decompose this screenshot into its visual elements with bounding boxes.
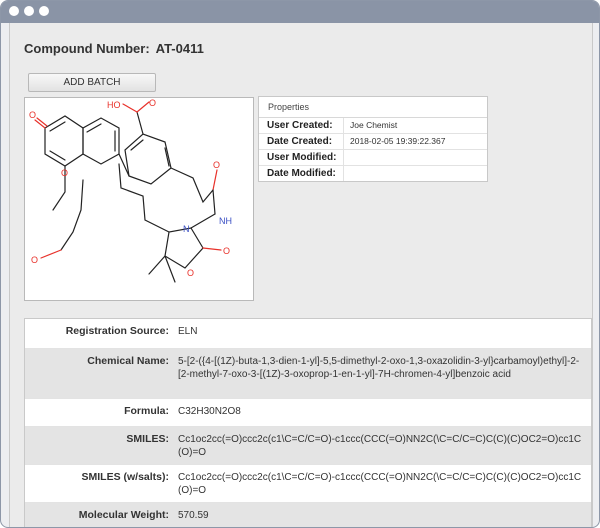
add-batch-button[interactable]: ADD BATCH <box>28 73 156 92</box>
atom-o-amide: O <box>213 160 220 170</box>
detail-row-smiles-salts: SMILES (w/salts): Cc1oc2cc(=O)ccc2c(c1\C… <box>25 465 591 503</box>
compound-number-label: Compound Number: <box>24 41 150 56</box>
molecule-drawing: O O O HO O O NH N O O <box>29 98 232 283</box>
bond-n-n <box>190 213 216 229</box>
bond-acid-o <box>136 101 150 113</box>
properties-header: Properties <box>259 97 487 118</box>
bond-ring-a <box>44 115 84 167</box>
bond-oxazolidinone <box>164 227 204 269</box>
atom-n: N <box>183 224 190 234</box>
properties-label: User Created: <box>259 118 344 133</box>
atom-o-aldehyde: O <box>31 255 38 265</box>
detail-value: 570.59 <box>178 510 209 521</box>
bond-ox-carbonyl <box>202 247 222 251</box>
detail-row-formula: Formula: C32H30N2O8 <box>25 399 591 427</box>
properties-value <box>344 166 350 181</box>
detail-label: Chemical Name: <box>87 355 169 367</box>
bond-ketone <box>34 119 46 129</box>
title-bar <box>1 1 599 23</box>
detail-value: C32H30N2O8 <box>178 406 241 417</box>
properties-table: Properties User Created: Joe Chemist Dat… <box>258 96 488 182</box>
detail-value: 5-[2-({4-[(1Z)-buta-1,3-dien-1-yl]-5,5-d… <box>178 356 580 380</box>
app-window: Compound Number: AT-0411 ADD BATCH O O O… <box>0 0 600 528</box>
properties-label: User Modified: <box>259 150 344 165</box>
window-maximize-dot-icon[interactable] <box>39 6 49 16</box>
bond-acid-oh <box>122 103 138 113</box>
detail-row-chemical-name: Chemical Name: 5-[2-({4-[(1Z)-buta-1,3-d… <box>25 349 591 399</box>
bond-benzene-double <box>130 139 170 167</box>
detail-label: SMILES (w/salts): <box>81 471 169 483</box>
compound-panel: Compound Number: AT-0411 ADD BATCH O O O… <box>9 23 593 527</box>
bond-propyl <box>170 167 214 204</box>
detail-value: Cc1oc2cc(=O)ccc2c(c1\C=C/C=O)-c1ccc(CCC(… <box>178 472 582 496</box>
detail-label: Molecular Weight: <box>78 509 169 521</box>
detail-row-registration-source: Registration Source: ELN <box>25 319 591 349</box>
detail-row-molecular-weight: Molecular Weight: 570.59 <box>25 503 591 527</box>
detail-value: ELN <box>178 326 198 337</box>
properties-label: Date Created: <box>259 134 344 149</box>
atom-nh: NH <box>219 216 232 226</box>
compound-number-value: AT-0411 <box>155 41 204 56</box>
atom-o-acid: O <box>149 98 156 108</box>
properties-row: User Modified: <box>259 150 487 166</box>
bond-amide-n <box>212 189 216 215</box>
atom-ho: HO <box>107 100 121 110</box>
compound-details-table: Registration Source: ELN Chemical Name: … <box>24 318 592 527</box>
properties-label: Date Modified: <box>259 166 344 181</box>
window-close-dot-icon[interactable] <box>9 6 19 16</box>
detail-value: Cc1oc2cc(=O)ccc2c(c1\C=C/C=O)-c1ccc(CCC(… <box>178 434 582 458</box>
detail-label: Formula: <box>124 405 169 417</box>
properties-row: User Created: Joe Chemist <box>259 118 487 134</box>
atom-o-ketone: O <box>29 110 36 120</box>
bond-ring-b <box>82 117 120 165</box>
structure-image: O O O HO O O NH N O O <box>24 97 254 301</box>
bond-butadiene <box>118 163 170 233</box>
window-minimize-dot-icon[interactable] <box>24 6 34 16</box>
bond-ketone-double <box>36 117 48 127</box>
properties-row: Date Modified: <box>259 166 487 181</box>
bond-aldehyde <box>40 249 62 259</box>
page-title: Compound Number: AT-0411 <box>24 41 204 56</box>
atom-o-ox-ring: O <box>187 268 194 278</box>
properties-row: Date Created: 2018-02-05 19:39:22.367 <box>259 134 487 150</box>
detail-label: Registration Source: <box>65 325 169 337</box>
bond-ring-b-double <box>86 123 116 152</box>
bond-benzene <box>124 133 172 185</box>
bond-ring-a-double <box>49 121 66 161</box>
atom-o-ox-carbonyl: O <box>223 246 230 256</box>
properties-value <box>344 150 350 165</box>
detail-row-smiles: SMILES: Cc1oc2cc(=O)ccc2c(c1\C=C/C=O)-c1… <box>25 427 591 465</box>
properties-value: Joe Chemist <box>350 120 398 130</box>
properties-value: 2018-02-05 19:39:22.367 <box>350 136 446 146</box>
bond-propenal <box>60 179 84 251</box>
detail-label: SMILES: <box>126 433 169 445</box>
bond-acid-c <box>136 111 144 135</box>
bond-amide-o <box>212 169 218 191</box>
atom-o-ring: O <box>61 168 68 178</box>
